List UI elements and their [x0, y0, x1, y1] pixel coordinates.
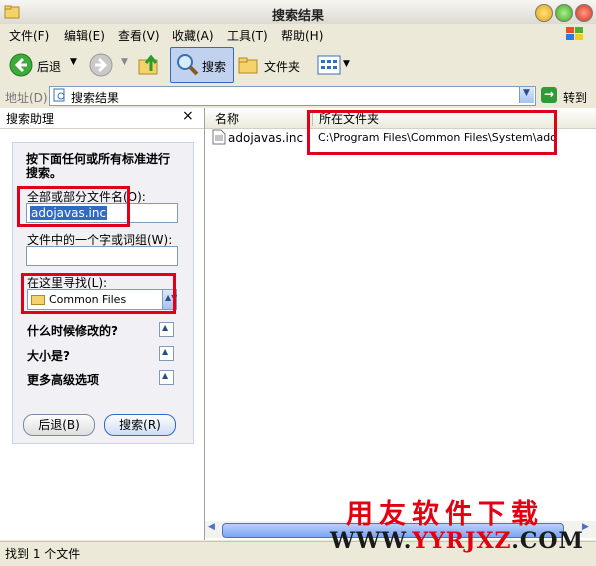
- up-folder-icon[interactable]: [137, 53, 161, 77]
- go-arrow-icon[interactable]: →: [541, 87, 557, 103]
- search-magnifier-icon: [177, 54, 199, 76]
- menu-edit[interactable]: 编辑(E): [64, 27, 105, 44]
- results-pane: [205, 108, 596, 540]
- back-button[interactable]: 后退(B): [23, 414, 95, 436]
- address-label: 地址(D): [5, 91, 48, 105]
- watermark-title: 用友软件下载: [346, 499, 544, 530]
- back-label[interactable]: 后退: [37, 58, 61, 75]
- option-modified[interactable]: 什么时候修改的?: [27, 322, 118, 339]
- close-pane-icon[interactable]: ×: [182, 108, 194, 124]
- folders-icon[interactable]: [237, 54, 261, 76]
- forward-dropdown-icon[interactable]: ▼: [121, 57, 128, 67]
- phrase-input[interactable]: [26, 246, 178, 266]
- menu-bar: 文件(F) 编辑(E) 查看(V) 收藏(A) 工具(T) 帮助(H): [0, 24, 596, 47]
- search-toolbar-label: 搜索: [202, 60, 227, 74]
- maximize-button[interactable]: [555, 4, 573, 22]
- folders-label[interactable]: 文件夹: [264, 58, 300, 75]
- menu-view[interactable]: 查看(V): [118, 27, 160, 44]
- highlight-filename: [17, 186, 130, 227]
- address-value: 搜索结果: [71, 91, 120, 105]
- watermark-url-highlight: YYRJXZ: [412, 528, 512, 554]
- menu-help[interactable]: 帮助(H): [281, 27, 323, 44]
- minimize-button[interactable]: [535, 4, 553, 22]
- address-dropdown-button[interactable]: ▼: [519, 87, 534, 103]
- search-heading: 按下面任何或所有标准进行搜索。: [26, 152, 171, 180]
- option-advanced[interactable]: 更多高级选项: [27, 371, 99, 388]
- back-dropdown-icon[interactable]: ▼: [70, 57, 77, 67]
- menu-favorites[interactable]: 收藏(A): [172, 27, 214, 44]
- windows-logo-icon: [566, 27, 583, 40]
- search-pane-title: 搜索助理: [6, 112, 55, 126]
- menu-file[interactable]: 文件(F): [9, 27, 49, 44]
- column-name[interactable]: 名称: [215, 110, 239, 127]
- option-size[interactable]: 大小是?: [27, 347, 70, 364]
- result-file-name[interactable]: adojavas.inc: [228, 131, 303, 145]
- address-input[interactable]: [49, 86, 536, 106]
- search-results-icon: [53, 88, 65, 102]
- views-icon[interactable]: [317, 54, 341, 76]
- expand-size-icon[interactable]: ▲: [159, 346, 174, 361]
- status-text: 找到 1 个文件: [5, 547, 81, 561]
- watermark-url-pre: WWW.: [330, 528, 413, 554]
- watermark-url: WWW.YYRJXZ.COM: [330, 528, 584, 554]
- menu-tools[interactable]: 工具(T): [227, 27, 268, 44]
- forward-arrow-icon[interactable]: [89, 53, 113, 77]
- highlight-folder: [307, 110, 557, 155]
- window-title: 搜索结果: [271, 9, 324, 24]
- highlight-lookin: [21, 273, 176, 314]
- go-label[interactable]: 转到: [563, 89, 587, 106]
- views-dropdown-icon[interactable]: ▼: [343, 59, 350, 69]
- expand-modified-icon[interactable]: ▲: [159, 322, 174, 337]
- file-icon: [212, 129, 226, 145]
- search-button[interactable]: 搜索(R): [104, 414, 176, 436]
- close-button[interactable]: [575, 4, 593, 22]
- expand-advanced-icon[interactable]: ▲: [159, 370, 174, 385]
- watermark-url-post: .COM: [511, 528, 584, 554]
- back-arrow-icon[interactable]: [9, 53, 33, 77]
- scroll-left-icon[interactable]: ◀: [208, 522, 215, 532]
